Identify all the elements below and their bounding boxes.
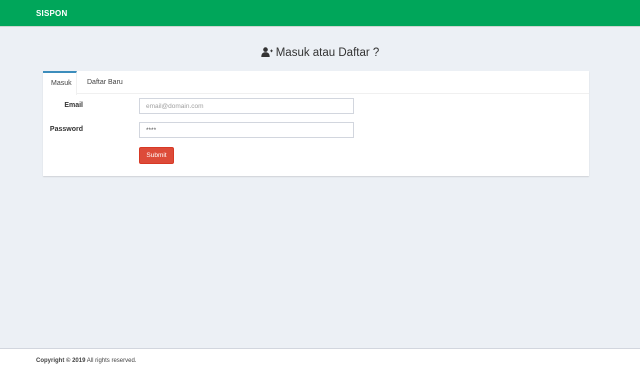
page-title: Masuk atau Daftar ? (0, 47, 640, 60)
copyright-label: Copyright © 2019 (36, 358, 86, 364)
page-title-text: Masuk atau Daftar ? (275, 47, 380, 59)
brand-logo[interactable]: SISPON (36, 9, 67, 18)
tab-daftar-baru[interactable]: Daftar Baru (79, 71, 131, 94)
footer: Copyright © 2019 All rights reserved. (0, 348, 640, 373)
password-label: Password (49, 126, 83, 133)
footer-text: Copyright © 2019 All rights reserved. (36, 358, 136, 364)
email-field[interactable] (139, 98, 354, 114)
submit-button[interactable]: Submit (139, 147, 174, 164)
user-plus-icon (261, 47, 273, 60)
top-navbar: SISPON (0, 0, 640, 27)
tab-masuk[interactable]: Masuk (43, 71, 77, 95)
rights-text: All rights reserved. (85, 358, 137, 364)
password-field[interactable] (139, 122, 354, 138)
email-label: Email (64, 102, 83, 109)
tab-bar: Masuk Daftar Baru (43, 71, 589, 95)
